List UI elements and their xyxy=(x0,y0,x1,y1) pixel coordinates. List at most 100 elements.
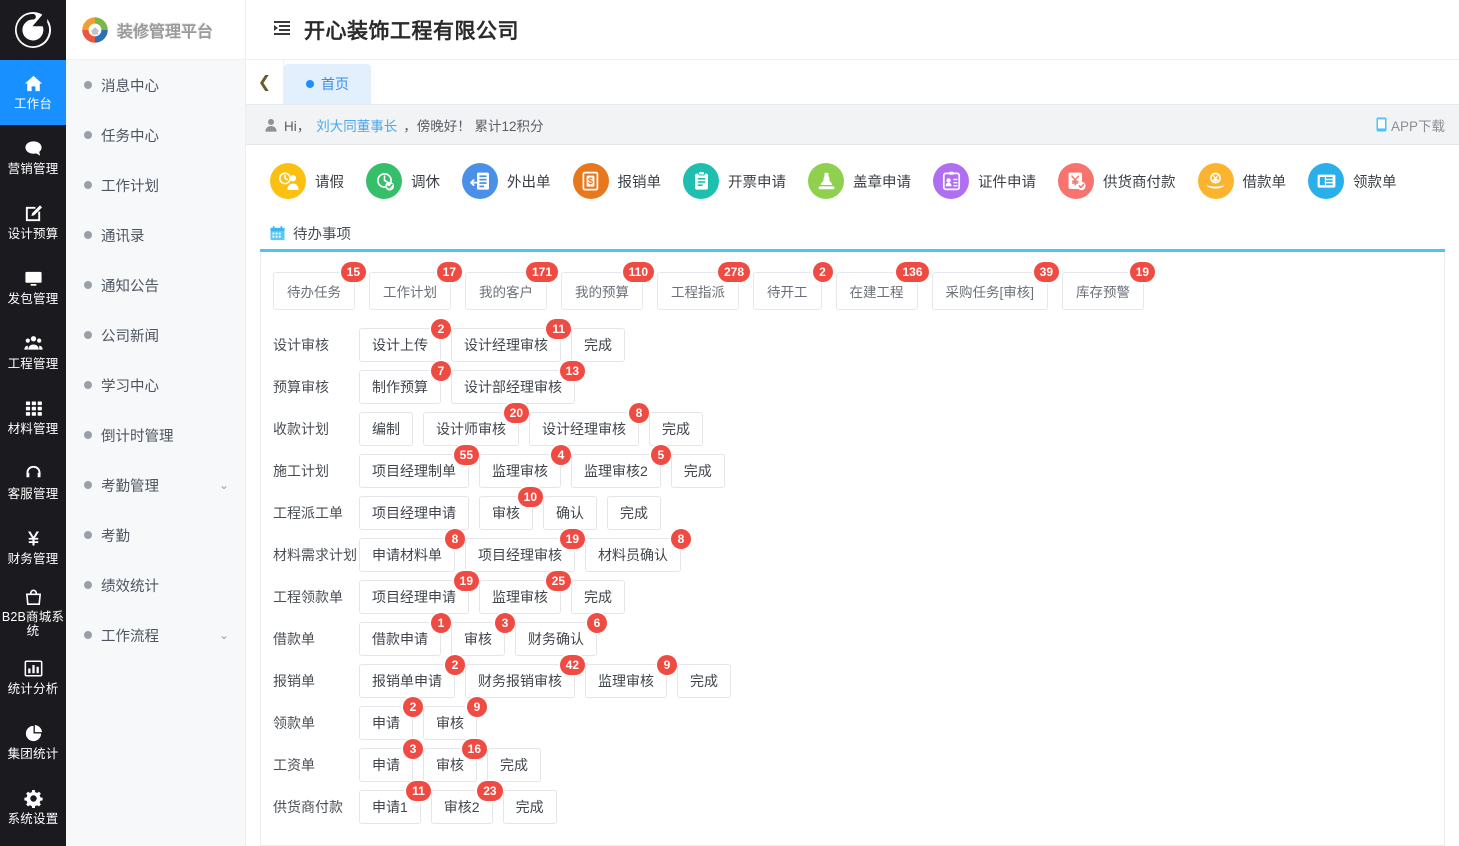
workflow-step[interactable]: 完成 xyxy=(677,664,731,698)
sidebar-item-4[interactable]: 通讯录 xyxy=(66,210,245,260)
workflow-steps: 申请3 审核16 完成 xyxy=(359,748,541,782)
quick-action-6[interactable]: 盖章申请 xyxy=(798,163,923,199)
rail-item-7[interactable]: 客服管理 xyxy=(0,450,66,515)
workflow-step[interactable]: 审核9 xyxy=(423,706,477,740)
workflow-step[interactable]: 完成 xyxy=(571,580,625,614)
quick-action-4[interactable]: $报销单 xyxy=(563,163,674,199)
workflow-step[interactable]: 完成 xyxy=(671,454,725,488)
yuan-sign-icon xyxy=(24,529,43,549)
stat-chip-8[interactable]: 采购任务[审核]39 xyxy=(932,272,1049,310)
greeting-username[interactable]: 刘大同董事长 xyxy=(316,115,397,135)
workflow-step[interactable]: 财务报销审核42 xyxy=(465,664,575,698)
workflow-step[interactable]: 申请3 xyxy=(359,748,413,782)
tab-home[interactable]: 首页 xyxy=(284,64,371,104)
rail-item-3[interactable]: 设计预算 xyxy=(0,190,66,255)
workflow-step[interactable]: 设计经理审核11 xyxy=(451,328,561,362)
workflow-step[interactable]: 项目经理申请19 xyxy=(359,580,469,614)
rail-item-2[interactable]: 营销管理 xyxy=(0,125,66,190)
workflow-step[interactable]: 审核223 xyxy=(431,790,493,824)
workflow-step[interactable]: 监理审核9 xyxy=(585,664,667,698)
quick-action-5[interactable]: 开票申请 xyxy=(673,163,798,199)
bullet-icon xyxy=(84,631,92,639)
workflow-step[interactable]: 申请2 xyxy=(359,706,413,740)
workflow-row-label: 领款单 xyxy=(273,713,359,733)
rail-item-1[interactable]: 工作台 xyxy=(0,60,66,125)
stat-chip-9[interactable]: 库存预警19 xyxy=(1062,272,1144,310)
workflow-step[interactable]: 设计部经理审核13 xyxy=(451,370,575,404)
quick-action-2[interactable]: 调休 xyxy=(356,163,452,199)
stat-chip-4[interactable]: 我的预算110 xyxy=(561,272,643,310)
status-badge: 16 xyxy=(462,739,487,759)
stat-chip-6[interactable]: 待开工2 xyxy=(753,272,822,310)
workflow-step[interactable]: 材料员确认8 xyxy=(585,538,681,572)
sidebar-item-3[interactable]: 工作计划 xyxy=(66,160,245,210)
workflow-step[interactable]: 监理审核25 xyxy=(479,580,561,614)
rail-item-5[interactable]: 工程管理 xyxy=(0,320,66,385)
menu-collapse-icon[interactable] xyxy=(274,21,290,38)
workflow-step[interactable]: 完成 xyxy=(607,496,661,530)
workflow-step[interactable]: 项目经理申请 xyxy=(359,496,469,530)
app-download-link[interactable]: APP下载 xyxy=(1376,115,1445,135)
workflow-step[interactable]: 申请材料单8 xyxy=(359,538,455,572)
quick-action-10[interactable]: 领款单 xyxy=(1298,163,1409,199)
workflow-step[interactable]: 借款申请1 xyxy=(359,622,441,656)
stat-chip-label: 我的客户 xyxy=(479,285,533,300)
reimbursement-icon: $ xyxy=(573,163,609,199)
workflow-step[interactable]: 财务确认6 xyxy=(515,622,597,656)
rail-item-6[interactable]: 材料管理 xyxy=(0,385,66,450)
workflow-step[interactable]: 制作预算7 xyxy=(359,370,441,404)
quick-action-7[interactable]: 证件申请 xyxy=(923,163,1048,199)
rail-item-11[interactable]: 集团统计 xyxy=(0,710,66,775)
workflow-step[interactable]: 项目经理制单55 xyxy=(359,454,469,488)
sidebar-item-5[interactable]: 通知公告 xyxy=(66,260,245,310)
stat-chip-label: 库存预警 xyxy=(1076,285,1130,300)
stat-chip-2[interactable]: 工作计划17 xyxy=(369,272,451,310)
sidebar-item-8[interactable]: 倒计时管理 xyxy=(66,410,245,460)
rail-item-9[interactable]: B2B商城系统 xyxy=(0,580,66,645)
sidebar-item-9[interactable]: 考勤管理⌄ xyxy=(66,460,245,510)
stat-chip-1[interactable]: 待办任务15 xyxy=(273,272,355,310)
rail-item-label: 客服管理 xyxy=(8,487,59,502)
quick-action-8[interactable]: 供货商付款 xyxy=(1048,163,1188,199)
workflow-step[interactable]: 报销单申请2 xyxy=(359,664,455,698)
sidebar-item-10[interactable]: 考勤 xyxy=(66,510,245,560)
sidebar-item-7[interactable]: 学习中心 xyxy=(66,360,245,410)
sidebar-item-12[interactable]: 工作流程⌄ xyxy=(66,610,245,660)
home-icon xyxy=(24,74,43,94)
rail-item-10[interactable]: 统计分析 xyxy=(0,645,66,710)
workflow-step[interactable]: 设计师审核20 xyxy=(423,412,519,446)
workflow-step[interactable]: 项目经理审核19 xyxy=(465,538,575,572)
rail-logo[interactable] xyxy=(0,0,66,60)
rail-item-12[interactable]: 系统设置 xyxy=(0,775,66,840)
workflow-step[interactable]: 监理审核25 xyxy=(571,454,661,488)
stat-chip-3[interactable]: 我的客户171 xyxy=(465,272,547,310)
workflow-step[interactable]: 设计经理审核8 xyxy=(529,412,639,446)
rail-item-8[interactable]: 财务管理 xyxy=(0,515,66,580)
stat-chip-5[interactable]: 工程指派278 xyxy=(657,272,739,310)
stat-chip-label: 我的预算 xyxy=(575,285,629,300)
workflow-step-label: 制作预算 xyxy=(372,379,428,395)
quick-action-1[interactable]: 请假 xyxy=(260,163,356,199)
yuan-sign-icon xyxy=(24,529,43,548)
workflow-step[interactable]: 完成 xyxy=(487,748,541,782)
stat-chip-7[interactable]: 在建工程136 xyxy=(836,272,918,310)
sidebar-item-11[interactable]: 绩效统计 xyxy=(66,560,245,610)
quick-action-3[interactable]: 外出单 xyxy=(452,163,563,199)
workflow-step[interactable]: 完成 xyxy=(503,790,557,824)
workflow-step[interactable]: 申请111 xyxy=(359,790,421,824)
workflow-step[interactable]: 审核3 xyxy=(451,622,505,656)
workflow-step[interactable]: 完成 xyxy=(649,412,703,446)
chevron-left-icon[interactable]: ❮ xyxy=(246,60,284,104)
workflow-step[interactable]: 确认 xyxy=(543,496,597,530)
workflow-step[interactable]: 编制 xyxy=(359,412,413,446)
workflow-step[interactable]: 监理审核4 xyxy=(479,454,561,488)
sidebar-item-2[interactable]: 任务中心 xyxy=(66,110,245,160)
quick-action-9[interactable]: 借款单 xyxy=(1188,163,1299,199)
workflow-step[interactable]: 完成 xyxy=(571,328,625,362)
sidebar-item-1[interactable]: 消息中心 xyxy=(66,60,245,110)
rail-item-4[interactable]: 发包管理 xyxy=(0,255,66,320)
workflow-step[interactable]: 设计上传2 xyxy=(359,328,441,362)
sidebar-item-6[interactable]: 公司新闻 xyxy=(66,310,245,360)
workflow-step[interactable]: 审核10 xyxy=(479,496,533,530)
workflow-step[interactable]: 审核16 xyxy=(423,748,477,782)
